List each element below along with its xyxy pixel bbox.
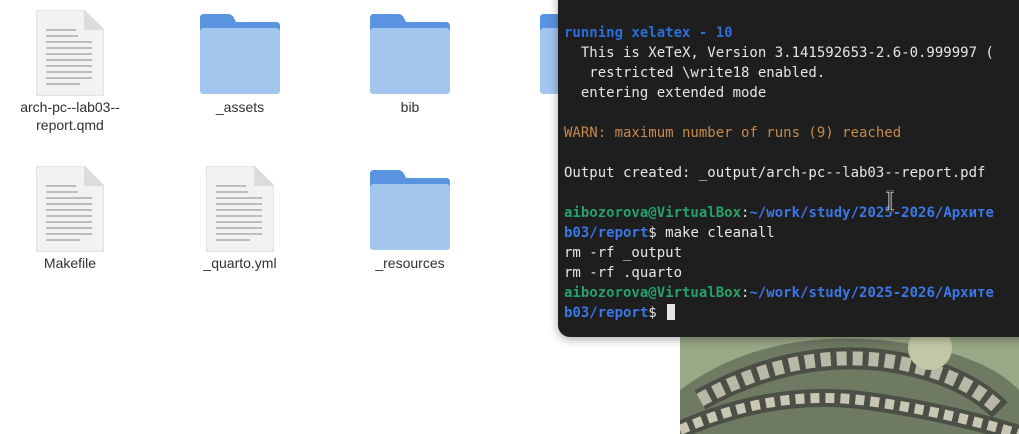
terminal-line: aibozorova@VirtualBox:~/work/study/2025-… bbox=[564, 283, 1019, 303]
text-cursor-icon bbox=[886, 190, 894, 212]
terminal-line: Output created: _output/arch-pc--lab03--… bbox=[564, 163, 1019, 183]
desktop-wallpaper bbox=[680, 330, 1019, 434]
folder-item-assets[interactable]: _assets bbox=[170, 0, 310, 116]
terminal-text: This is XeTeX, Version 3.141592653-2.6-0… bbox=[564, 45, 994, 61]
terminal-line: WARN: maximum number of runs (9) reached bbox=[564, 123, 1019, 143]
terminal-line: rm -rf .quarto bbox=[564, 263, 1019, 283]
terminal-text: WARN: maximum number of runs (9) reached bbox=[564, 125, 902, 141]
terminal-text: rm -rf _output bbox=[564, 245, 683, 261]
terminal-text: restricted \write18 enabled. bbox=[564, 65, 826, 81]
folder-icon bbox=[170, 0, 310, 94]
terminal-line: running xelatex - 10 bbox=[564, 23, 1019, 43]
folder-icon bbox=[340, 0, 480, 94]
terminal-text: $ bbox=[648, 305, 666, 321]
terminal-line: entering extended mode bbox=[564, 83, 1019, 103]
file-manager-grid: arch-pc--lab03-- report.qmd _assets bib bbox=[0, 0, 560, 434]
terminal-text: b03/report bbox=[564, 225, 649, 241]
folder-icon bbox=[340, 156, 480, 250]
file-name: Makefile bbox=[43, 255, 97, 271]
terminal-text: $ make cleanall bbox=[648, 225, 775, 241]
folder-name: bib bbox=[400, 99, 420, 115]
terminal-text: Output created: _output/arch-pc--lab03--… bbox=[564, 165, 986, 181]
file-item-report-qmd[interactable]: arch-pc--lab03-- report.qmd bbox=[0, 0, 140, 134]
terminal-window[interactable]: running xelatex - 10 This is XeTeX, Vers… bbox=[558, 0, 1019, 337]
terminal-line: b03/report$ make cleanall bbox=[564, 223, 1019, 243]
terminal-text: ~/work/study/2025-2026/Архите bbox=[749, 205, 994, 221]
terminal-output[interactable]: running xelatex - 10 This is XeTeX, Vers… bbox=[564, 3, 1019, 323]
terminal-text: b03/report bbox=[564, 305, 649, 321]
folder-item-bib[interactable]: bib bbox=[340, 0, 480, 116]
file-name: arch-pc--lab03-- report.qmd bbox=[20, 99, 120, 133]
document-icon bbox=[170, 156, 310, 252]
terminal-text: rm -rf .quarto bbox=[564, 265, 683, 281]
folder-name: _resources bbox=[375, 255, 445, 271]
terminal-text: entering extended mode bbox=[564, 85, 767, 101]
folder-name: _assets bbox=[215, 99, 265, 115]
terminal-line: This is XeTeX, Version 3.141592653-2.6-0… bbox=[564, 43, 1019, 63]
folder-icon[interactable] bbox=[540, 12, 560, 94]
document-icon bbox=[0, 0, 140, 96]
terminal-text: running xelatex - 10 bbox=[564, 25, 733, 41]
file-item-quarto-yml[interactable]: _quarto.yml bbox=[170, 156, 310, 272]
terminal-line: b03/report$ bbox=[564, 303, 1019, 323]
terminal-line: restricted \write18 enabled. bbox=[564, 63, 1019, 83]
terminal-line: rm -rf _output bbox=[564, 243, 1019, 263]
terminal-line: aibozorova@VirtualBox:~/work/study/2025-… bbox=[564, 203, 1019, 223]
document-icon bbox=[0, 156, 140, 252]
terminal-text: aibozorova@VirtualBox bbox=[564, 285, 742, 301]
terminal-text: aibozorova@VirtualBox bbox=[564, 205, 742, 221]
terminal-text: ~/work/study/2025-2026/Архите bbox=[749, 285, 994, 301]
folder-item-resources[interactable]: _resources bbox=[340, 156, 480, 272]
file-item-makefile[interactable]: Makefile bbox=[0, 156, 140, 272]
terminal-cursor bbox=[667, 304, 676, 320]
file-name: _quarto.yml bbox=[203, 255, 277, 271]
